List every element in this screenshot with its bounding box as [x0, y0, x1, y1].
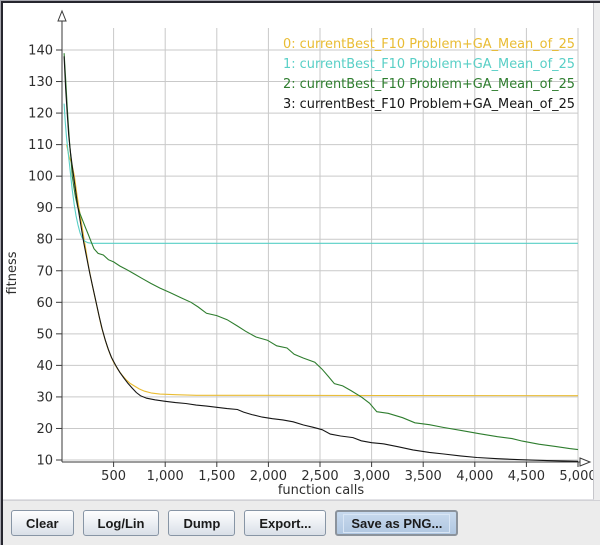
y-tick-label: 140	[28, 44, 53, 59]
y-tick-label: 50	[36, 327, 53, 342]
fitness-chart-panel: 10 20 30 40 50 60 70 80 90 100 110 120 130 140 500 1,00…	[3, 3, 594, 500]
export-button[interactable]: Export...	[244, 510, 326, 536]
y-tick-label: 130	[28, 75, 53, 90]
y-tick-label: 40	[36, 359, 53, 374]
loglin-button-label: Log/Lin	[98, 516, 145, 531]
y-tick-label: 80	[36, 233, 53, 248]
save-as-png-button-label: Save as PNG...	[343, 514, 450, 533]
x-axis-title: function calls	[278, 483, 365, 498]
y-tick-label: 110	[28, 138, 53, 153]
plot-window: 10 20 30 40 50 60 70 80 90 100 110 120 130 140 500 1,00…	[0, 0, 600, 545]
save-as-png-button[interactable]: Save as PNG...	[335, 510, 458, 536]
dump-button-label: Dump	[183, 516, 220, 531]
legend-entry: 3: currentBest_F10 Problem+GA_Mean_of_25	[283, 97, 575, 112]
export-button-label: Export...	[259, 516, 311, 531]
clear-button[interactable]: Clear	[11, 510, 74, 536]
series-line-1	[64, 104, 578, 244]
y-tick-label: 70	[36, 264, 53, 279]
y-tick-label: 100	[28, 170, 53, 185]
legend-entry: 0: currentBest_F10 Problem+GA_Mean_of_25	[283, 37, 575, 52]
plot-toolbar: Clear Log/Lin Dump Export... Save as PNG...	[3, 500, 600, 545]
y-tick-label: 20	[36, 422, 53, 437]
x-tick-label: 1,000	[147, 469, 184, 484]
legend-entry: 2: currentBest_F10 Problem+GA_Mean_of_25	[283, 77, 575, 92]
x-tick-label: 4,500	[508, 469, 545, 484]
y-tick-label: 10	[36, 454, 53, 469]
x-axis-arrow-icon	[580, 458, 590, 466]
y-tick-label: 120	[28, 107, 53, 122]
x-tick-label: 2,500	[301, 469, 338, 484]
loglin-button[interactable]: Log/Lin	[83, 510, 160, 536]
series-line-0	[67, 145, 578, 396]
series-line-3	[64, 56, 578, 461]
y-tick-label: 90	[36, 201, 53, 216]
fitness-chart: 10 20 30 40 50 60 70 80 90 100 110 120 130 140 500 1,00…	[3, 3, 593, 499]
dump-button[interactable]: Dump	[168, 510, 235, 536]
x-tick-label: 3,000	[353, 469, 390, 484]
y-axis-title: fitness	[5, 251, 20, 294]
legend-entry: 1: currentBest_F10 Problem+GA_Mean_of_25	[283, 57, 575, 72]
x-tick-label: 500	[101, 469, 126, 484]
y-tick-label: 30	[36, 390, 53, 405]
y-tick-label: 60	[36, 296, 53, 311]
x-tick-label: 5,000	[559, 469, 593, 484]
clear-button-label: Clear	[26, 516, 59, 531]
x-tick-label: 3,500	[405, 469, 442, 484]
x-tick-label: 2,000	[250, 469, 287, 484]
x-tick-label: 1,500	[198, 469, 235, 484]
y-axis-arrow-icon	[58, 11, 66, 21]
x-tick-label: 4,000	[456, 469, 493, 484]
